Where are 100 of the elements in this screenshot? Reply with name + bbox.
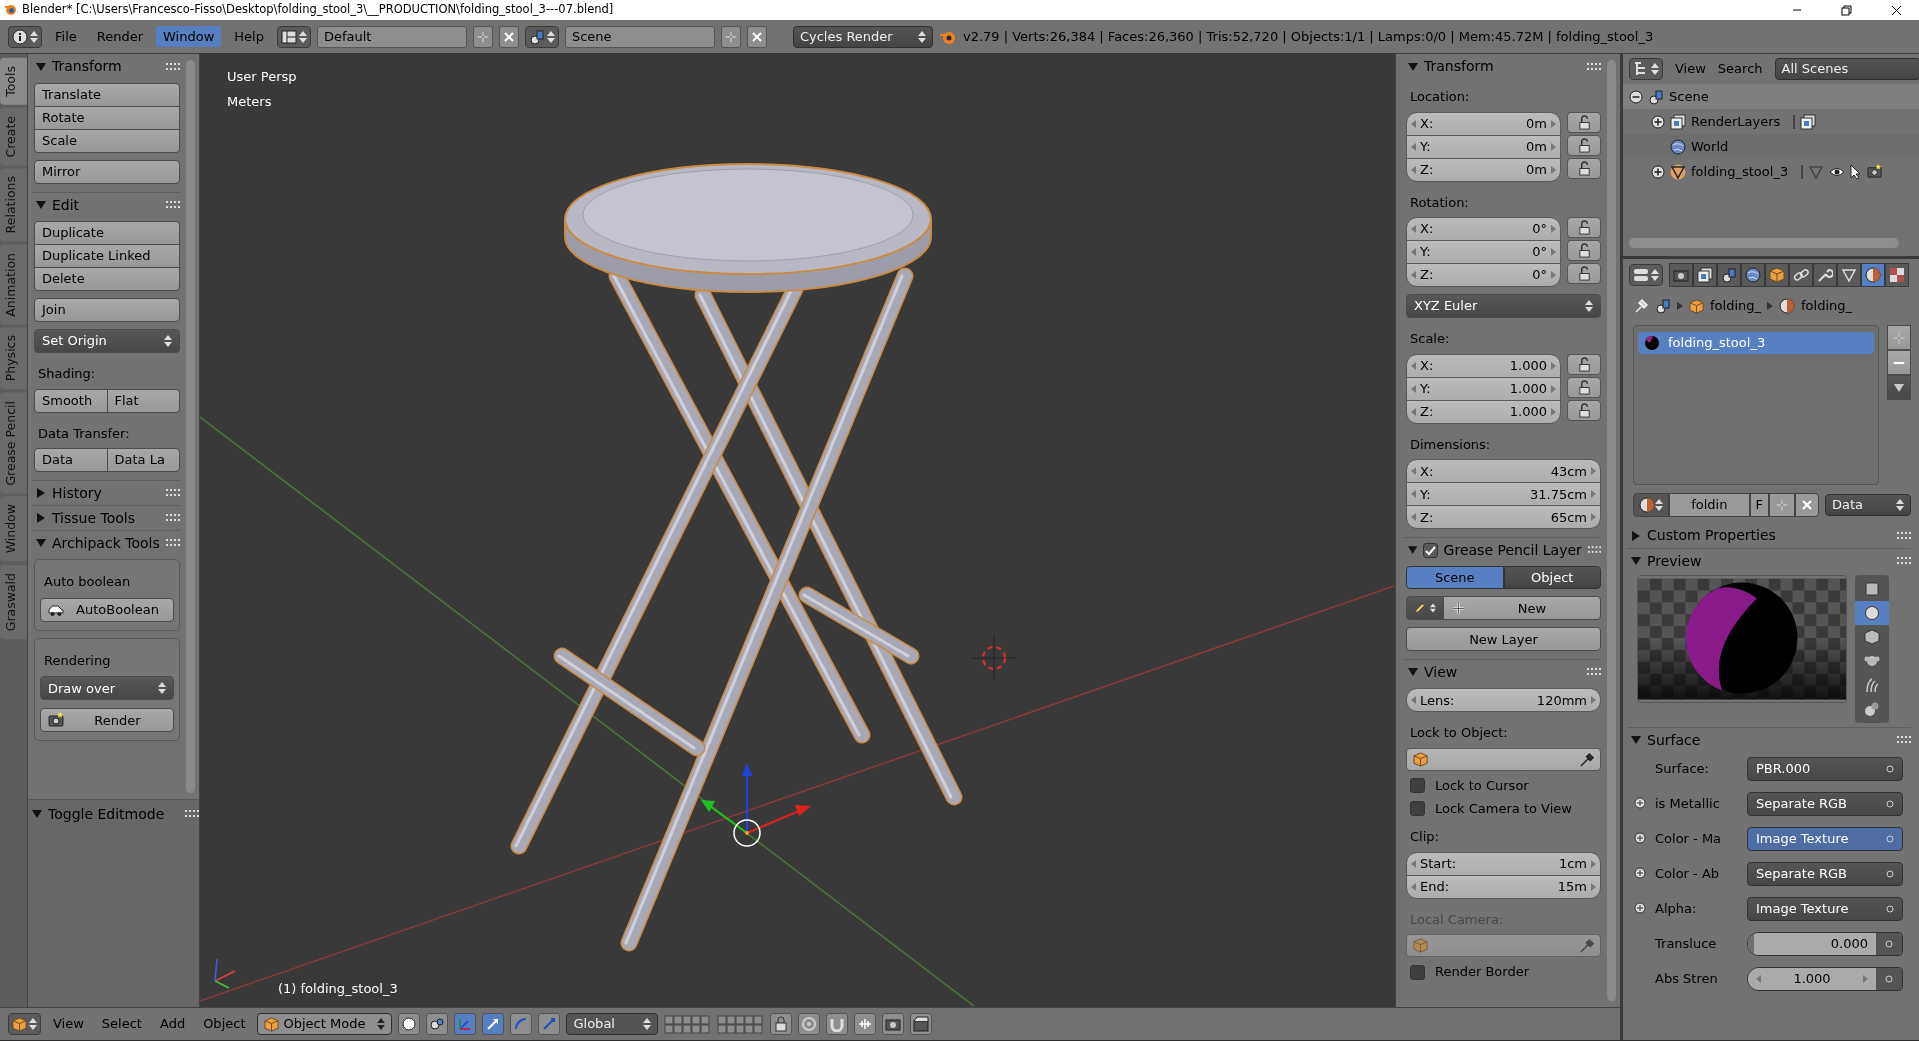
collapsed-triangle-icon[interactable] [36,488,46,499]
collapsed-triangle-icon[interactable] [1631,530,1641,541]
layer-grid[interactable] [717,1014,765,1034]
new-button[interactable]: New [1443,596,1601,621]
panel-title[interactable]: View [1424,663,1581,681]
list-item[interactable]: folding_stool_3 [1638,332,1874,354]
editor-type-button[interactable] [1629,264,1663,286]
lock-button[interactable] [1567,157,1601,179]
tool-shelf-tab[interactable]: Physics [0,327,27,390]
lock-button[interactable] [1567,353,1601,375]
number-field[interactable]: Z: 0m [1406,157,1561,182]
eye-icon[interactable] [1829,165,1846,178]
panel-title[interactable]: Custom Properties [1647,527,1891,544]
properties-tab[interactable] [1837,263,1861,287]
lock-button[interactable] [1567,217,1601,239]
scene-name-field[interactable]: Scene [564,25,715,48]
menu-item[interactable]: File [48,25,84,48]
socket-plus-icon[interactable] [1634,832,1646,844]
add-slot-button[interactable] [1887,325,1911,350]
properties-tab[interactable] [1669,263,1693,287]
node-link-dropdown[interactable]: Image Texture [1747,827,1903,851]
node-link-dropdown[interactable]: Image Texture [1747,897,1903,921]
editor-type-button[interactable] [1629,58,1663,80]
tool-button[interactable]: Scale [34,129,180,153]
checkbox[interactable] [1410,964,1425,980]
tree-item-label[interactable]: folding_stool_3 [1691,163,1789,180]
scene-selector[interactable] [524,25,559,48]
delete-button[interactable] [498,25,519,48]
node-link-dropdown[interactable]: PBR.000 [1747,757,1903,781]
slider[interactable]: 0.000 [1748,933,1876,955]
layer-grid[interactable] [664,1014,712,1034]
tool-button[interactable]: Duplicate Linked [34,244,180,268]
cursor-arrow-icon[interactable] [1850,163,1863,180]
tab[interactable]: Scene [1406,566,1504,590]
drag-grip-icon[interactable] [1897,736,1911,744]
socket-button[interactable] [1876,933,1902,955]
menu-item[interactable]: View [1675,61,1706,77]
tool-shelf-tab[interactable]: Tools [0,58,27,105]
tool-button[interactable]: Data La [106,448,180,473]
node-link-dropdown[interactable]: Separate RGB [1747,862,1903,886]
toolbar-button[interactable] [426,1013,449,1035]
tool-button[interactable]: New Layer [1406,627,1601,652]
scrollbar[interactable] [1629,238,1899,248]
transform-gizmo[interactable] [701,763,811,847]
number-field[interactable]: Z: 0° [1406,263,1561,288]
number-field[interactable]: Start: 1cm [1406,851,1601,876]
socket-plus-icon[interactable] [1634,867,1646,879]
collapse-icon[interactable] [1629,89,1643,104]
expanded-triangle-icon[interactable] [1631,556,1641,566]
link-dropdown[interactable]: Data [1825,494,1911,516]
panel-title[interactable]: Transform [1424,58,1581,75]
tool-button[interactable]: Mirror [34,160,180,184]
scrollbar[interactable] [186,60,195,793]
drag-grip-icon[interactable] [166,514,180,523]
expanded-triangle-icon[interactable] [36,61,46,72]
delete-button[interactable] [746,25,767,48]
lock-button[interactable] [1567,240,1601,262]
lock-button[interactable] [1567,376,1601,398]
toolbar-button[interactable] [854,1013,877,1035]
lock-button[interactable] [1567,263,1601,285]
menu-item[interactable]: Window [156,25,222,48]
properties-tab[interactable] [1693,263,1717,287]
properties-tab[interactable] [1741,263,1765,287]
add-button[interactable] [720,25,741,48]
node-link-dropdown[interactable]: Separate RGB [1747,792,1903,816]
tool-button[interactable]: Join [34,298,180,322]
number-field[interactable]: X: 0° [1406,217,1561,242]
tool-button[interactable]: Data [34,448,108,473]
tool-button[interactable]: Duplicate [34,221,180,245]
tree-item-label[interactable]: Scene [1669,88,1709,105]
tool-shelf-tab[interactable]: Create [0,107,27,166]
socket-plus-icon[interactable] [1634,797,1646,809]
breadcrumb-item[interactable]: folding_ [1710,298,1761,314]
panel-title[interactable]: Toggle Editmode [48,805,179,823]
slot-menu-button[interactable] [1887,375,1911,400]
panel-title[interactable]: History [52,484,160,502]
fake-user-button[interactable]: F [1749,493,1769,517]
menu-item[interactable]: Help [227,25,271,48]
drag-grip-icon[interactable] [1897,531,1911,540]
tool-shelf-tab[interactable]: Graswald [0,564,27,639]
tree-item-label[interactable]: RenderLayers [1691,113,1781,130]
add-button[interactable] [1769,493,1795,517]
panel-title[interactable]: Grease Pencil Layer [1443,541,1582,559]
render-engine-dropdown[interactable]: Cycles Render [792,25,933,48]
properties-tab[interactable] [1789,263,1813,287]
number-field[interactable]: X: 43cm [1406,459,1601,484]
number-field[interactable]: End: 15m [1406,874,1601,899]
checkbox[interactable] [1423,542,1438,558]
socket-plus-icon[interactable] [1634,902,1646,914]
tool-button[interactable]: Delete [34,267,180,291]
drag-grip-icon[interactable] [1587,546,1601,555]
icon-button[interactable]: Render [40,708,174,733]
number-field[interactable]: Y: 0m [1406,134,1561,159]
expanded-triangle-icon[interactable] [36,200,46,210]
number-field[interactable]: Z: 65cm [1406,505,1601,530]
toolbar-button[interactable] [882,1013,905,1035]
icon-button[interactable]: AutoBoolean [40,597,174,622]
close-icon[interactable] [1889,3,1903,17]
properties-tab[interactable] [1885,263,1909,287]
tool-button[interactable]: Translate [34,83,180,107]
